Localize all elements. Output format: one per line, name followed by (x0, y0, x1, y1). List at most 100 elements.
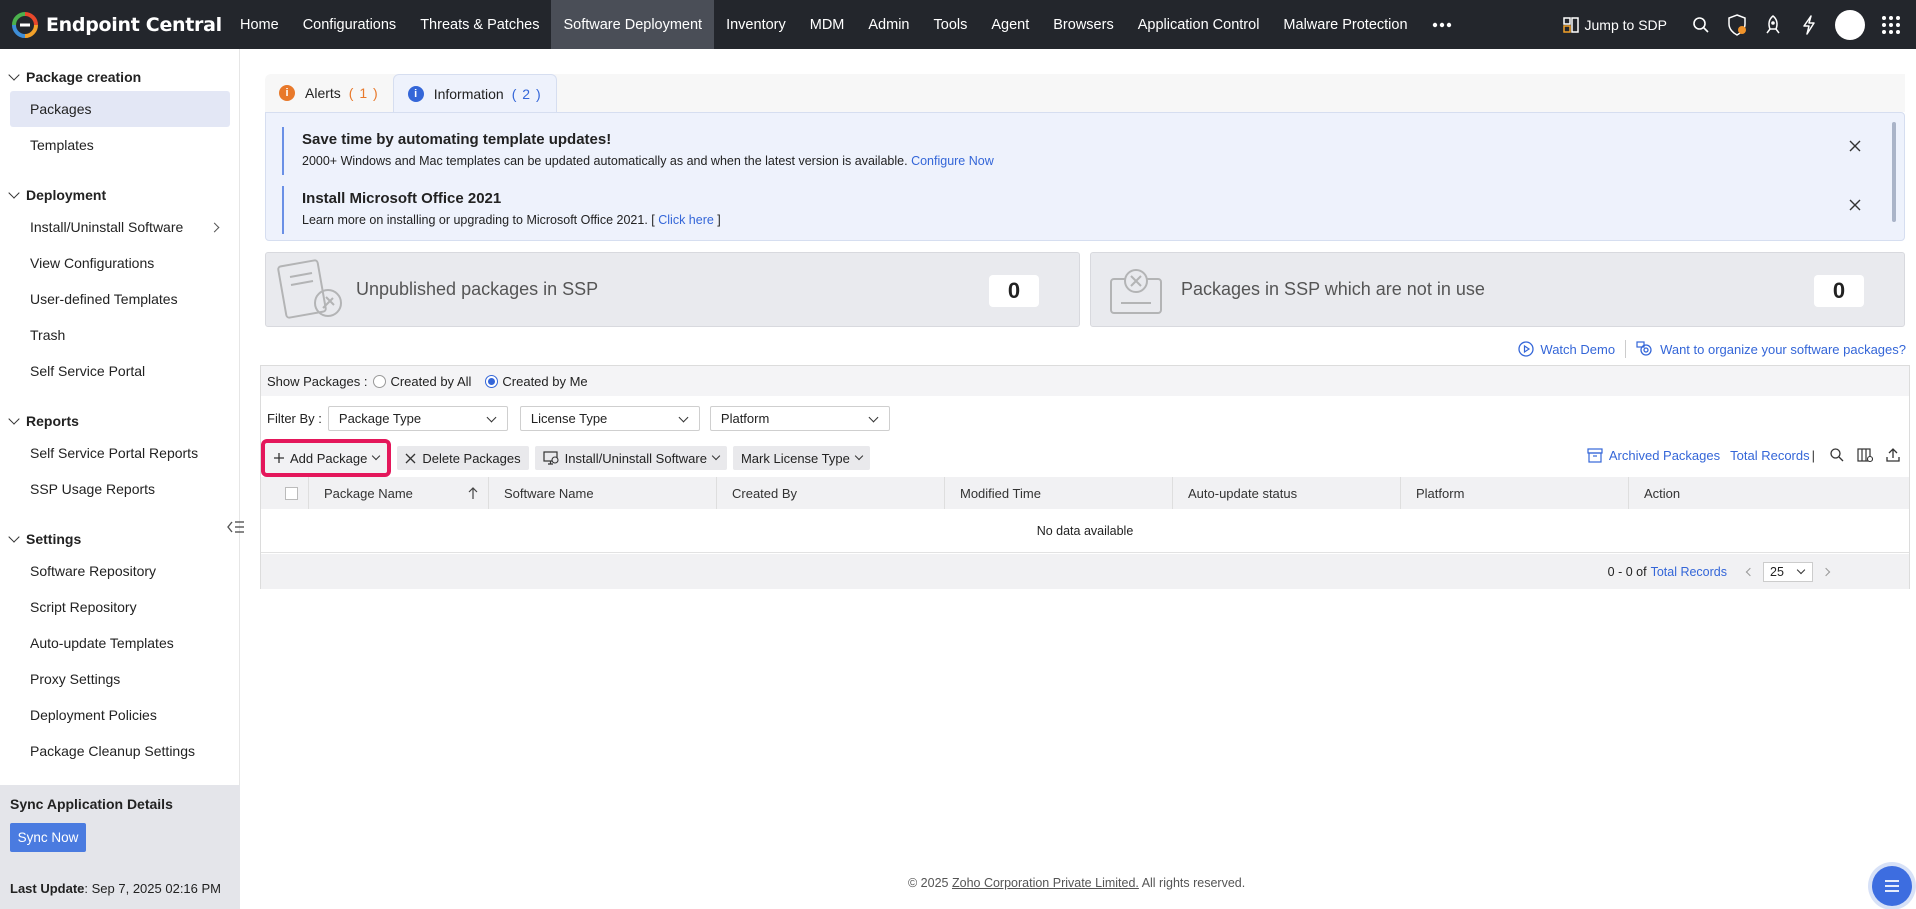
license-type-select[interactable]: License Type (519, 406, 700, 431)
chevron-down-icon (1796, 565, 1806, 574)
sidebar-item-package-cleanup-settings[interactable]: Package Cleanup Settings (10, 733, 230, 769)
brand[interactable]: Endpoint Central (0, 0, 228, 49)
tab-information[interactable]: i Information ( 2 ) (392, 74, 557, 112)
package-type-select[interactable]: Package Type (327, 406, 508, 431)
security-shield-icon[interactable] (1726, 13, 1748, 36)
previous-page-icon[interactable] (1745, 567, 1755, 576)
close-icon[interactable] (1848, 139, 1862, 153)
sidebar-item-trash[interactable]: Trash (10, 317, 230, 353)
empty-state: No data available (261, 509, 1909, 553)
add-package-button[interactable]: Add Package (260, 439, 392, 477)
configure-now-link[interactable]: Configure Now (911, 154, 994, 168)
column-package-name[interactable]: Package Name (309, 477, 489, 509)
card-label: Packages in SSP which are not in use (1181, 279, 1485, 299)
sidebar-item-user-defined-templates[interactable]: User-defined Templates (10, 281, 230, 317)
nav-home[interactable]: Home (228, 0, 291, 49)
export-icon (1886, 448, 1900, 462)
total-records-link[interactable]: Total Records (1730, 448, 1809, 463)
column-platform[interactable]: Platform (1401, 477, 1629, 509)
select-value: Package Type (338, 411, 422, 426)
unused-ssp-packages-card[interactable]: Packages in SSP which are not in use 0 (1090, 252, 1905, 327)
delete-packages-button[interactable]: Delete Packages (397, 446, 529, 470)
app-grid-icon[interactable] (1880, 14, 1902, 36)
nav-mdm[interactable]: MDM (798, 0, 857, 49)
sidebar-section-package-creation[interactable]: Package creation (0, 67, 141, 87)
chevron-down-icon (678, 412, 689, 423)
notice-template-updates: Save time by automating template updates… (282, 127, 1862, 175)
platform-select[interactable]: Platform (709, 406, 890, 431)
tab-alerts[interactable]: i Alerts ( 1 ) (265, 74, 393, 112)
nav-configurations[interactable]: Configurations (291, 0, 409, 49)
user-avatar[interactable] (1835, 9, 1865, 40)
next-page-icon[interactable] (1821, 567, 1831, 576)
organize-packages-link[interactable]: Want to organize your software packages? (1660, 342, 1906, 357)
watch-demo-link[interactable]: Watch Demo (1540, 342, 1615, 357)
alert-info-icon: i (279, 85, 295, 101)
close-icon[interactable] (1848, 198, 1862, 212)
notice-title: Save time by automating template updates… (302, 131, 612, 148)
install-uninstall-button[interactable]: Install/Uninstall Software (534, 446, 727, 470)
unpublished-packages-card[interactable]: Unpublished packages in SSP 0 (265, 252, 1080, 327)
column-software-name[interactable]: Software Name (489, 477, 717, 509)
package-remove-illustration-icon (1101, 259, 1171, 321)
archived-packages-link[interactable]: Archived Packages (1609, 448, 1720, 463)
notice-office-2021: Install Microsoft Office 2021 Learn more… (282, 186, 1862, 234)
nav-malware-protection[interactable]: Malware Protection (1271, 0, 1419, 49)
nav-threats-patches[interactable]: Threats & Patches (408, 0, 551, 49)
pager-total-records-link[interactable]: Total Records (1651, 565, 1727, 579)
column-modified-time[interactable]: Modified Time (945, 477, 1173, 509)
sidebar-section-reports[interactable]: Reports (0, 411, 79, 431)
nav-admin[interactable]: Admin (856, 0, 921, 49)
packages-grid: Show Packages : Created by All Created b… (260, 365, 1910, 589)
sidebar-item-templates[interactable]: Templates (10, 127, 230, 163)
radio-created-by-me[interactable] (485, 374, 499, 388)
sidebar-item-ssp-usage-reports[interactable]: SSP Usage Reports (10, 471, 230, 507)
radio-created-by-all[interactable] (373, 374, 387, 388)
sidebar-item-install-uninstall[interactable]: Install/Uninstall Software (10, 209, 230, 245)
sidebar-item-packages[interactable]: Packages (10, 91, 230, 127)
nav-application-control[interactable]: Application Control (1126, 0, 1272, 49)
page-size-select[interactable]: 25 (1763, 561, 1813, 582)
nav-agent[interactable]: Agent (979, 0, 1041, 49)
more-nav-icon[interactable] (1420, 0, 1464, 49)
sync-now-button[interactable]: Sync Now (10, 823, 86, 852)
collapse-sidebar-icon[interactable] (226, 519, 246, 539)
sidebar-item-script-repository[interactable]: Script Repository (10, 589, 230, 625)
sidebar-item-view-configurations[interactable]: View Configurations (10, 245, 230, 281)
search-icon[interactable] (1690, 14, 1712, 36)
notice-suffix: ] (717, 213, 721, 227)
nav-browsers[interactable]: Browsers (1041, 0, 1125, 49)
column-created-by[interactable]: Created By (717, 477, 945, 509)
sidebar-item-self-service-portal[interactable]: Self Service Portal (10, 353, 230, 389)
flash-icon[interactable] (1798, 14, 1820, 36)
jump-to-sdp-link[interactable]: Jump to SDP (1562, 17, 1667, 33)
sidebar-item-deployment-policies[interactable]: Deployment Policies (10, 697, 230, 733)
sidebar-section-settings[interactable]: Settings (0, 529, 81, 549)
button-label: Add Package (290, 450, 368, 466)
column-auto-update-status[interactable]: Auto-update status (1173, 477, 1401, 509)
nav-tools[interactable]: Tools (922, 0, 980, 49)
select-all-checkbox[interactable] (285, 486, 298, 500)
menu-fab-button[interactable] (1872, 866, 1912, 906)
nav-software-deployment[interactable]: Software Deployment (551, 0, 715, 49)
endpoint-central-logo-icon (12, 11, 38, 38)
sidebar-section-deployment[interactable]: Deployment (0, 185, 106, 205)
divider: | (1811, 447, 1815, 463)
tab-count: ( 2 ) (511, 85, 542, 102)
company-link[interactable]: Zoho Corporation Private Limited. (952, 876, 1139, 890)
sidebar-item-auto-update-templates[interactable]: Auto-update Templates (10, 625, 230, 661)
sidebar-item-proxy-settings[interactable]: Proxy Settings (10, 661, 230, 697)
archive-icon (1587, 447, 1603, 463)
click-here-link[interactable]: Click here (658, 213, 714, 227)
notice-text: 2000+ Windows and Mac templates can be u… (302, 154, 1862, 168)
sidebar-item-ssp-reports[interactable]: Self Service Portal Reports (10, 435, 230, 471)
rocket-icon[interactable] (1762, 14, 1784, 36)
sidebar-item-software-repository[interactable]: Software Repository (10, 553, 230, 589)
information-panel: Save time by automating template updates… (265, 112, 1905, 241)
mark-license-type-button[interactable]: Mark License Type (732, 446, 870, 470)
notification-tabs: i Alerts ( 1 ) i Information ( 2 ) (265, 74, 1905, 112)
radio-label[interactable]: Created by All (390, 374, 471, 389)
nav-inventory[interactable]: Inventory (714, 0, 798, 49)
panel-scrollbar[interactable] (1892, 122, 1896, 222)
radio-label[interactable]: Created by Me (502, 374, 587, 389)
